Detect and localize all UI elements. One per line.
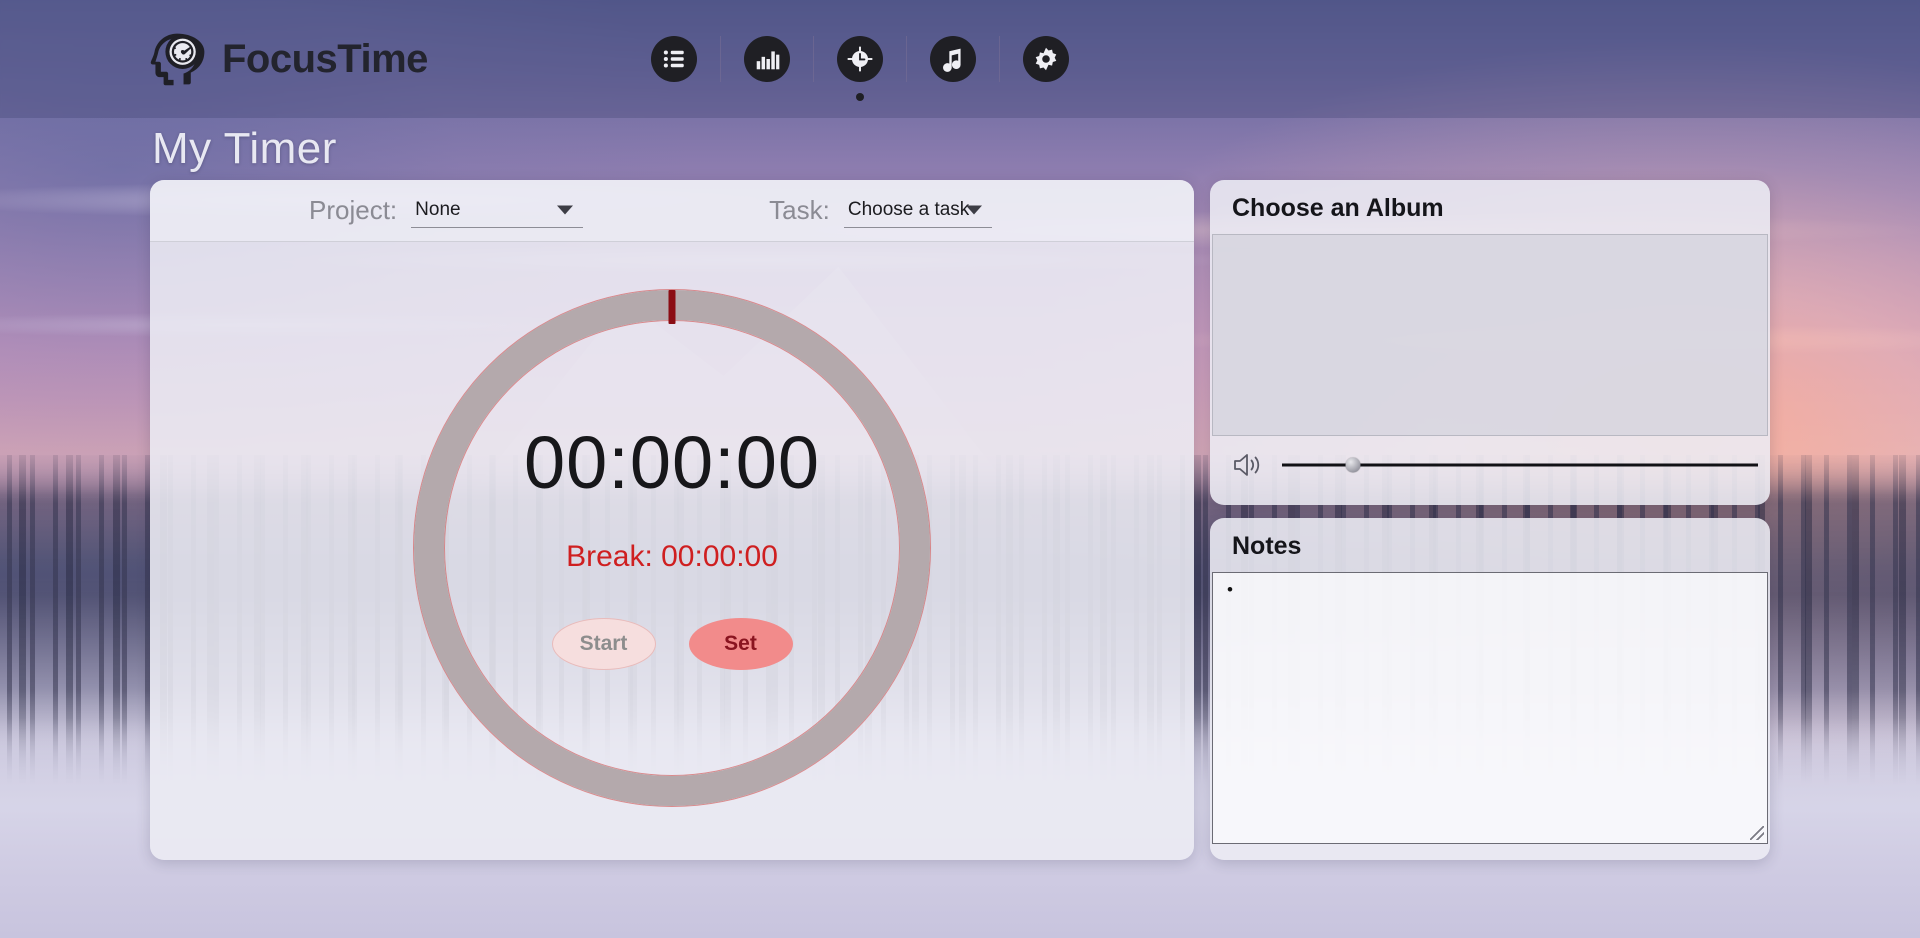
task-select[interactable]: Choose a task	[843, 194, 992, 228]
nav-item-settings[interactable]	[998, 36, 1092, 82]
target-clock-icon	[836, 36, 883, 82]
volume-slider[interactable]	[1282, 456, 1758, 474]
speaker-volume-icon[interactable]	[1232, 450, 1266, 480]
project-select[interactable]: None	[411, 194, 584, 228]
project-select-value: None	[415, 199, 461, 220]
brand-logo-link[interactable]: FocusTime	[150, 30, 428, 88]
chevron-down-icon	[965, 205, 982, 215]
app-root: FocusTime My Timer Project: None Task: C…	[0, 0, 1920, 938]
nav-item-music[interactable]	[905, 36, 999, 82]
album-card-title: Choose an Album	[1232, 194, 1444, 222]
volume-control-row	[1210, 436, 1770, 480]
timer-body: 00:00:00 Break: 00:00:00 Start Set	[150, 242, 1194, 860]
page-title: My Timer	[152, 124, 337, 173]
gear-icon	[1022, 36, 1069, 82]
notes-card-title: Notes	[1232, 532, 1302, 560]
music-note-icon	[929, 36, 976, 82]
project-label: Project:	[309, 195, 398, 225]
album-listbox[interactable]	[1212, 234, 1768, 436]
timer-display: 00:00:00	[523, 421, 821, 504]
list-icon	[650, 36, 697, 82]
timer-card: Project: None Task: Choose a task 00:00:…	[150, 180, 1194, 860]
set-button[interactable]: Set	[688, 618, 793, 670]
bar-chart-icon	[743, 36, 790, 82]
timer-toolbar: Project: None Task: Choose a task	[150, 180, 1194, 242]
break-timer-display: Break: 00:00:00	[566, 540, 778, 573]
brand-name: FocusTime	[222, 36, 428, 81]
project-selector-group: Project: None	[309, 194, 584, 228]
chevron-down-icon	[557, 205, 574, 215]
notes-content: •	[1227, 580, 1233, 599]
timer-ring-wrapper: 00:00:00 Break: 00:00:00 Start Set	[414, 290, 930, 806]
nav-item-tasks[interactable]	[628, 36, 720, 82]
album-card: Choose an Album	[1210, 180, 1770, 505]
nav-active-indicator	[855, 93, 864, 101]
task-select-value: Choose a task	[847, 199, 970, 220]
nav-item-timer[interactable]	[812, 36, 906, 101]
timer-buttons: Start Set	[551, 618, 793, 670]
notes-card: Notes •	[1210, 518, 1770, 860]
timer-ring-tick-marker	[668, 290, 676, 324]
main-navigation	[628, 36, 1092, 101]
head-with-gauge-logo-icon	[150, 30, 208, 88]
app-header: FocusTime	[0, 0, 1920, 118]
start-button[interactable]: Start	[551, 618, 656, 670]
task-label: Task:	[769, 195, 830, 225]
resize-handle-icon[interactable]	[1750, 826, 1764, 840]
notes-textarea[interactable]: •	[1212, 572, 1768, 844]
volume-slider-thumb[interactable]	[1345, 457, 1361, 473]
nav-item-stats[interactable]	[719, 36, 813, 82]
task-selector-group: Task: Choose a task	[769, 194, 992, 228]
